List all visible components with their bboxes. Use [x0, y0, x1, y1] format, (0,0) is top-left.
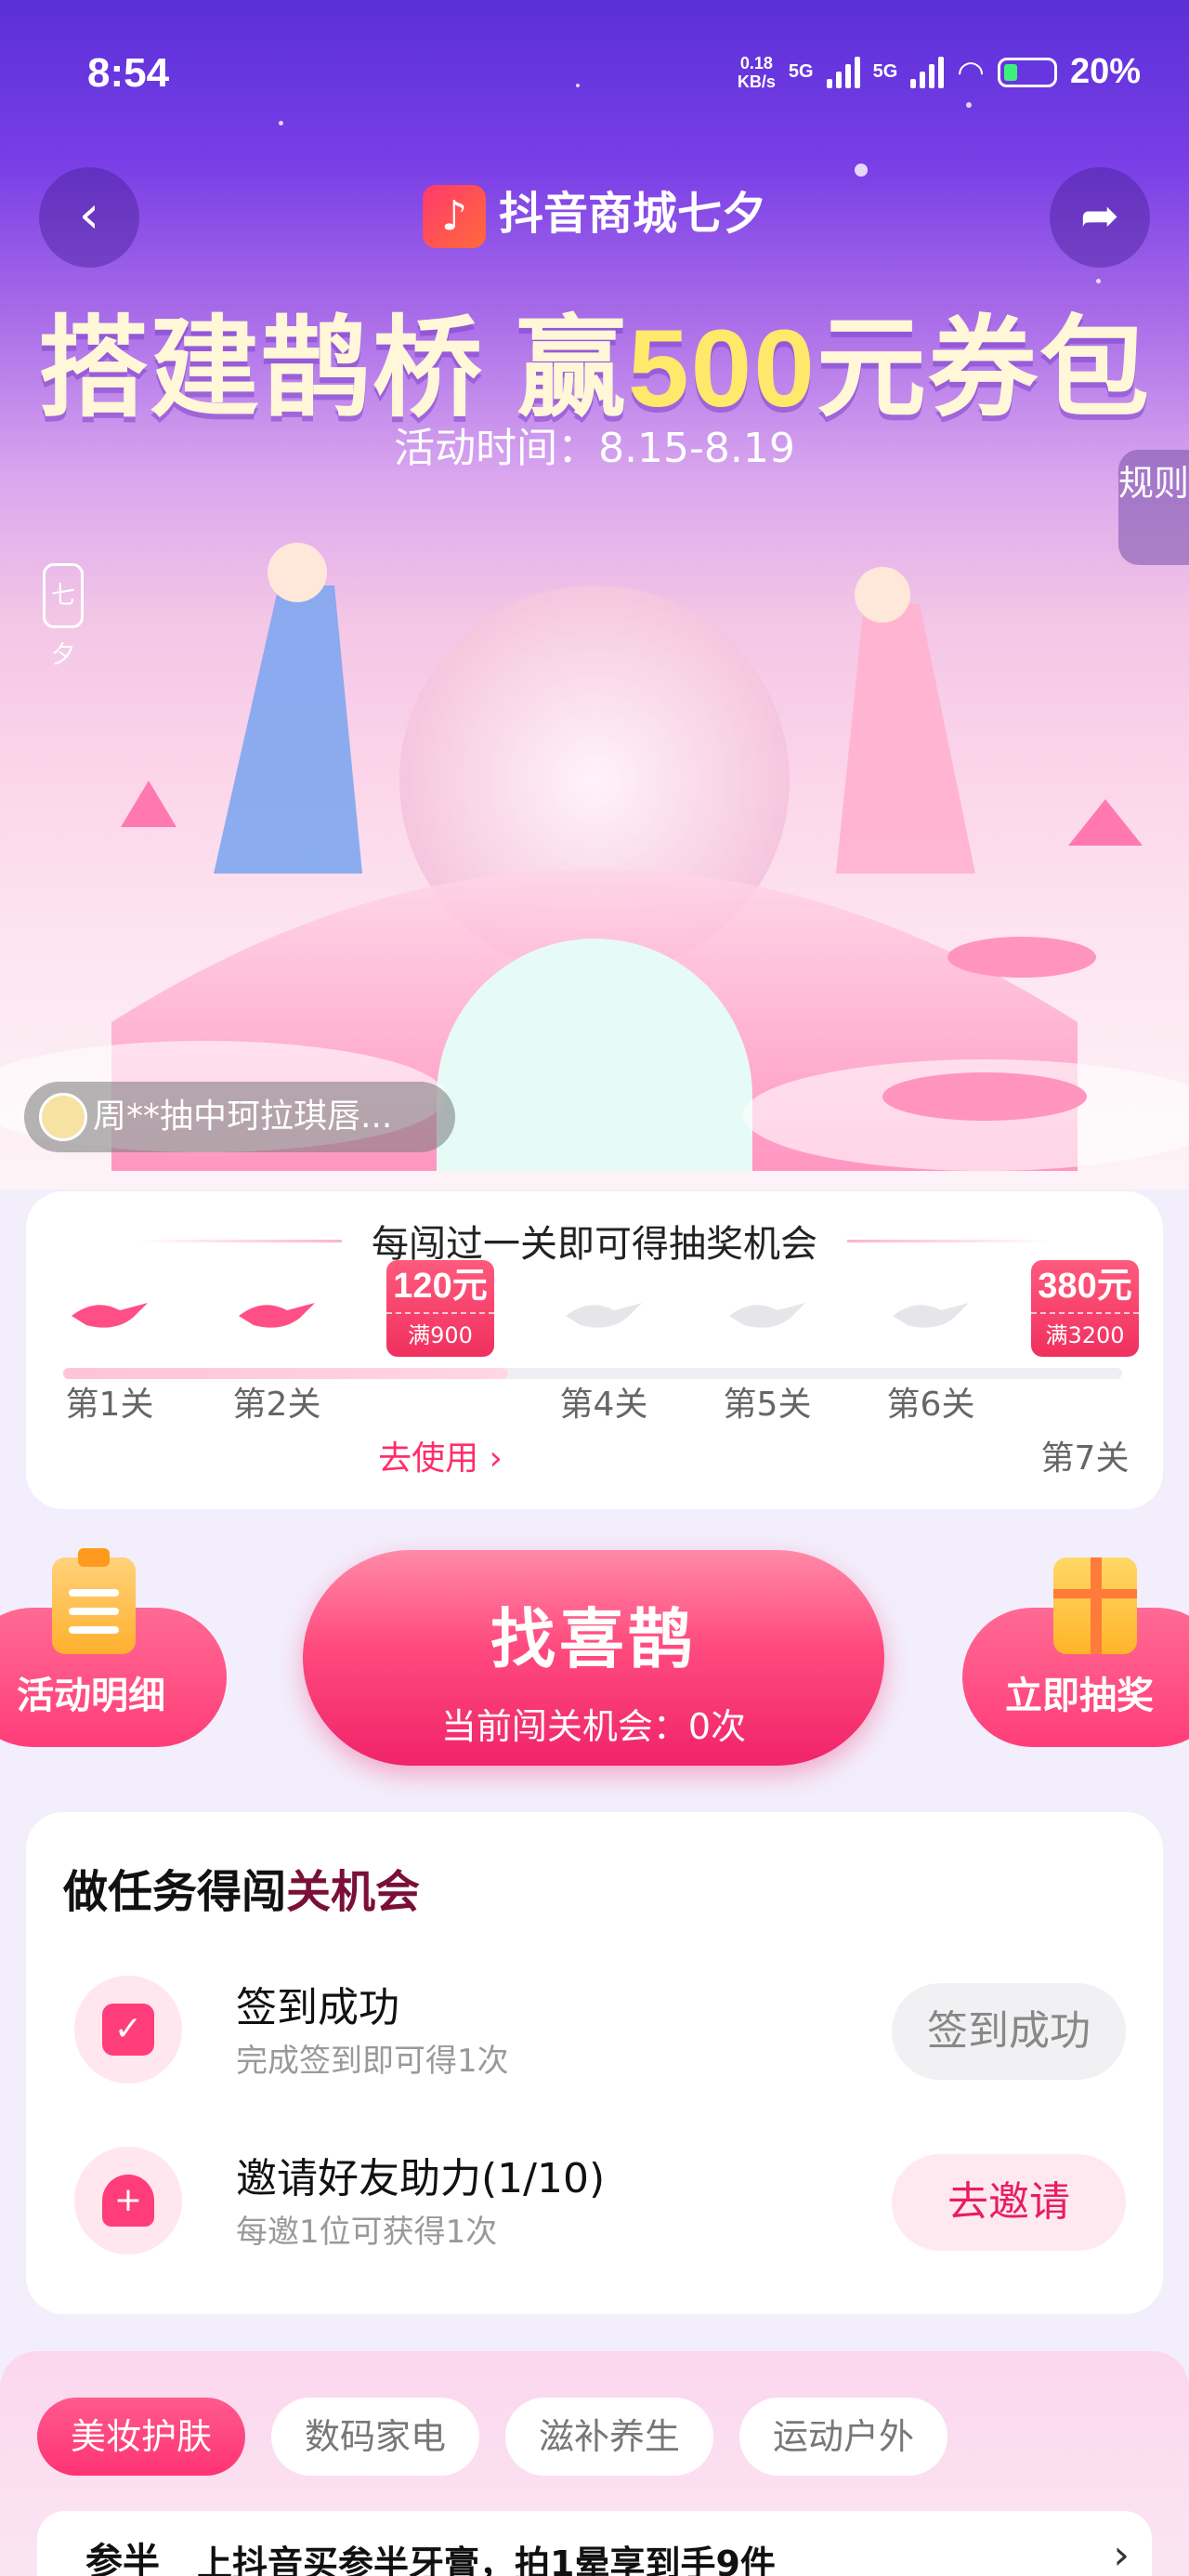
- calendar-check-icon: ✓: [74, 1976, 182, 2083]
- battery-icon: [997, 57, 1057, 87]
- network-speed: 0.18 KB/s: [737, 53, 776, 91]
- winner-ticker: 周**抽中珂拉琪唇...: [24, 1082, 455, 1152]
- brand-logo: ♪ 抖音商城七夕: [0, 177, 1189, 248]
- magpie-icon: [72, 1303, 148, 1328]
- category-section: 美妆护肤 数码家电 滋补养生 运动户外 参半 上抖音买参半牙膏，拍1晕享到手9件…: [0, 2351, 1189, 2576]
- signal-bars-icon-2: [910, 56, 945, 88]
- tab-health[interactable]: 滋补养生: [505, 2398, 714, 2476]
- task-row-invite: + 邀请好友助力(1/10) 每邀1位可获得1次 去邀请: [26, 2137, 1163, 2277]
- promo-brand-tag: 参半: [85, 2541, 160, 2576]
- signal-5g-label: 5G: [788, 61, 814, 82]
- promo-text: 上抖音买参半牙膏，拍1晕享到手9件: [197, 2543, 776, 2576]
- status-icons: 0.18 KB/s 5G 5G ◠ 20%: [738, 52, 1141, 92]
- clipboard-icon: [52, 1548, 136, 1654]
- magpie-icon: [239, 1303, 315, 1328]
- magpie-icon: [893, 1303, 969, 1328]
- stage-4: 第4关: [539, 1294, 669, 1426]
- tab-sports[interactable]: 运动户外: [739, 2398, 948, 2476]
- status-time: 8:54: [87, 50, 170, 96]
- stage-progress-card: 每闯过一关即可得抽奖机会 第1关 第2关 120元 满900 去使用 › 第4关…: [26, 1191, 1163, 1509]
- activity-time: 活动时间：8.15-8.19: [394, 425, 795, 472]
- find-magpie-button[interactable]: 找喜鹊 当前闯关机会：0次: [303, 1550, 884, 1766]
- shopping-bag-icon: ♪: [422, 185, 486, 248]
- promo-banner[interactable]: 参半 上抖音买参半牙膏，拍1晕享到手9件 ›: [37, 2511, 1152, 2576]
- hero-banner: 8:54 0.18 KB/s 5G 5G ◠ 20% ‹ ➦ ♪ 抖音商城七夕 搭…: [0, 0, 1189, 1189]
- task-card: 做任务得闯关机会 ✓ 签到成功 完成签到即可得1次 签到成功 + 邀请好友助力(…: [26, 1812, 1163, 2314]
- magpie-icon: [729, 1303, 805, 1328]
- invite-button[interactable]: 去邀请: [892, 2154, 1126, 2251]
- qixi-badge-icon: 七夕: [43, 563, 84, 669]
- person-add-icon: +: [74, 2147, 182, 2254]
- signal-5g-label-2: 5G: [872, 61, 898, 82]
- stage-5: 第5关: [702, 1294, 832, 1426]
- chevron-right-icon: ›: [1113, 2531, 1130, 2576]
- tab-beauty[interactable]: 美妆护肤: [37, 2398, 246, 2476]
- stage-coupon: 380元 满3200: [1031, 1260, 1139, 1357]
- category-tabs: 美妆护肤 数码家电 滋补养生 运动户外: [37, 2398, 948, 2476]
- stage-7: 380元 满3200 第7关: [1020, 1260, 1150, 1479]
- gift-icon: [1053, 1557, 1137, 1654]
- use-coupon-link[interactable]: 去使用 ›: [375, 1431, 505, 1479]
- signal-bars-icon: [826, 56, 860, 88]
- stage-6: 第6关: [866, 1294, 996, 1426]
- battery-percent: 20%: [1069, 52, 1141, 91]
- activity-details-button[interactable]: 活动明细: [0, 1548, 227, 1747]
- status-bar: 8:54 0.18 KB/s 5G 5G ◠ 20%: [0, 46, 1189, 102]
- magpie-icon: [566, 1303, 642, 1328]
- stage-2: 第2关: [212, 1294, 342, 1426]
- stage-3: 120元 满900 去使用 ›: [375, 1260, 505, 1479]
- task-row-checkin: ✓ 签到成功 完成签到即可得1次 签到成功: [26, 1966, 1163, 2106]
- stage-coupon: 120元 满900: [386, 1260, 494, 1357]
- rules-button[interactable]: 规则: [1118, 450, 1189, 565]
- stage-card-title: 每闯过一关即可得抽奖机会: [26, 1214, 1163, 1268]
- checkin-done-button[interactable]: 签到成功: [892, 1983, 1126, 2080]
- stage-1: 第1关: [45, 1294, 175, 1426]
- wifi-icon: ◠: [957, 54, 985, 90]
- task-card-title: 做任务得闯关机会: [63, 1866, 421, 1918]
- draw-now-button[interactable]: 立即抽奖: [962, 1557, 1189, 1747]
- avatar: [39, 1093, 87, 1141]
- tab-digital[interactable]: 数码家电: [271, 2398, 480, 2476]
- bridge-scene-illustration: [0, 543, 1189, 1171]
